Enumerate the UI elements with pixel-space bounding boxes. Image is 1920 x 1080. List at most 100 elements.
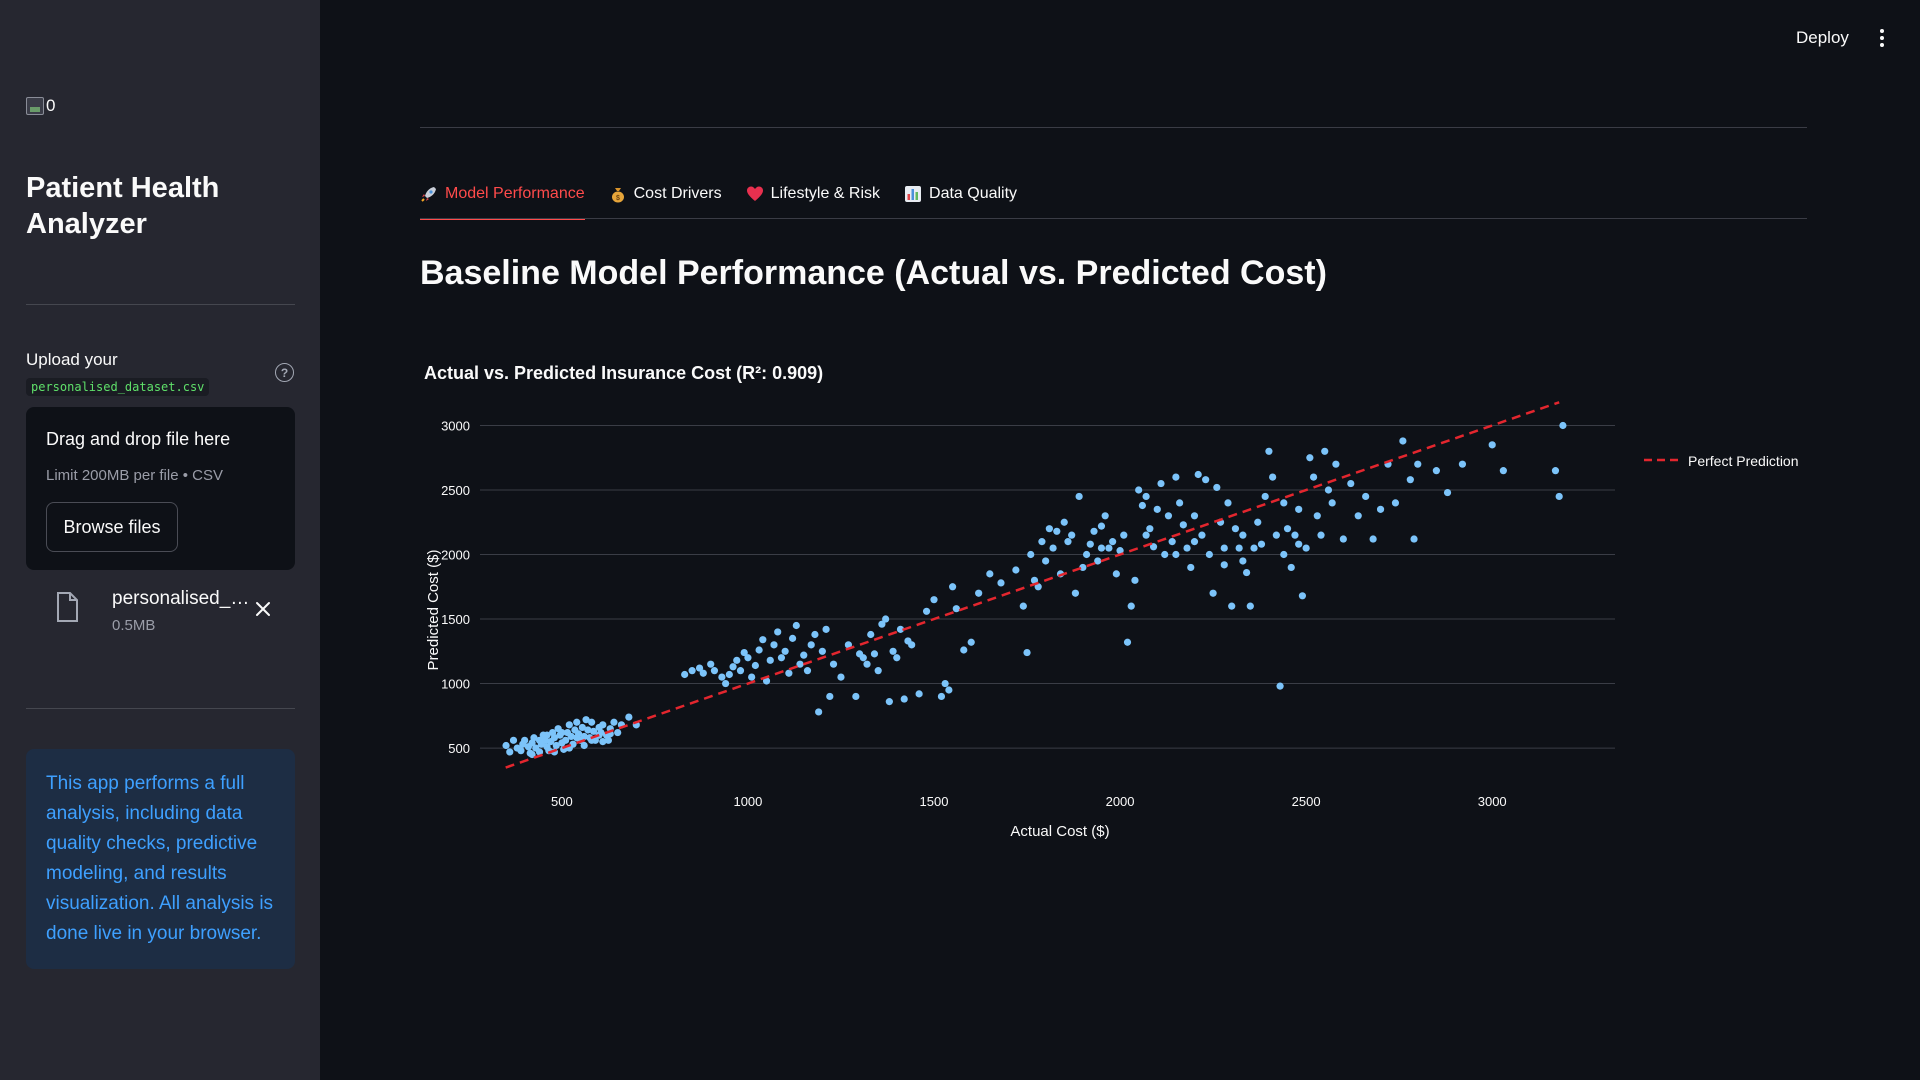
main-divider — [420, 127, 1807, 128]
scatter-point — [1183, 544, 1191, 552]
scatter-point — [1235, 544, 1243, 552]
scatter-point — [1376, 505, 1385, 513]
scatter-point — [1339, 535, 1347, 543]
tab-lifestyle-risk[interactable]: Lifestyle & Risk — [746, 180, 880, 208]
scatter-point — [1306, 454, 1314, 462]
scatter-point — [1458, 460, 1467, 468]
question-circle-icon[interactable]: ? — [275, 363, 294, 382]
heart-icon — [746, 186, 763, 201]
scatter-point — [882, 615, 890, 623]
tab-lifestyle-risk-label: Lifestyle & Risk — [770, 185, 881, 202]
scatter-point — [1049, 544, 1057, 552]
scatter-point — [1097, 522, 1106, 530]
scatter-point — [558, 728, 566, 737]
scatter-point — [889, 647, 897, 655]
scatter-point — [1391, 499, 1400, 507]
scatter-point — [1205, 550, 1213, 559]
tab-data-quality-label: Data Quality — [929, 185, 1018, 202]
logo-alt-text: 0 — [46, 96, 56, 115]
scatter-point — [852, 692, 860, 701]
tab-cost-drivers[interactable]: $ Cost Drivers — [609, 180, 722, 208]
scatter-point — [867, 630, 875, 639]
scatter-point — [759, 636, 767, 644]
bar-chart-icon — [905, 186, 922, 202]
scatter-point — [1142, 492, 1150, 501]
scatter-point — [1239, 531, 1247, 539]
y-tick-label: 2000 — [441, 548, 470, 563]
scatter-point — [975, 589, 983, 597]
scatter-point — [930, 596, 938, 604]
scatter-point — [1101, 512, 1109, 520]
scatter-point — [1317, 531, 1325, 539]
scatter-point — [1276, 682, 1284, 690]
y-tick-label: 2500 — [441, 483, 470, 498]
scatter-point — [722, 679, 730, 688]
deploy-button[interactable]: Deploy — [1796, 28, 1849, 48]
file-icon — [57, 592, 78, 622]
scatter-point — [893, 654, 901, 662]
scatter-point — [599, 721, 607, 729]
scatter-point — [1075, 492, 1083, 501]
scatter-point — [1332, 460, 1340, 468]
scatter-point — [1019, 602, 1027, 610]
file-dropzone[interactable]: Drag and drop file here Limit 200MB per … — [26, 407, 295, 570]
x-tick-label: 1500 — [920, 794, 949, 809]
scatter-point — [1224, 499, 1232, 507]
scatter-point — [1209, 589, 1217, 597]
scatter-point — [580, 741, 588, 750]
y-tick-label: 3000 — [441, 418, 470, 433]
scatter-point — [1328, 499, 1336, 507]
scatter-point — [1432, 467, 1440, 475]
tab-data-quality[interactable]: Data Quality — [904, 180, 1017, 208]
scatter-point — [573, 718, 581, 726]
scatter-point — [967, 638, 975, 646]
perfect-prediction-line — [505, 401, 1560, 769]
scatter-point — [800, 651, 808, 659]
x-tick-label: 3000 — [1478, 794, 1507, 809]
tab-model-performance[interactable]: Model Performance — [420, 180, 585, 220]
scatter-point — [863, 660, 871, 668]
y-tick-label: 1000 — [441, 677, 470, 692]
page-title: Baseline Model Performance (Actual vs. P… — [420, 254, 1327, 292]
scatter-point — [1090, 527, 1098, 535]
scatter-point — [1443, 488, 1452, 497]
scatter-point — [707, 660, 715, 668]
scatter-point — [1213, 483, 1221, 492]
scatter-point — [1105, 544, 1113, 552]
scatter-point — [1254, 518, 1262, 526]
tab-model-performance-label: Model Performance — [445, 185, 585, 202]
kebab-menu-icon[interactable] — [1872, 28, 1892, 48]
scatter-point — [874, 667, 882, 675]
scatter-chart[interactable]: Actual vs. Predicted Insurance Cost (R²:… — [420, 350, 1810, 850]
scatter-point — [1309, 473, 1318, 481]
scatter-point — [1295, 540, 1303, 548]
scatter-point — [1164, 512, 1173, 520]
scatter-point — [1280, 499, 1288, 507]
sidebar-divider-top — [26, 304, 295, 305]
scatter-point — [1551, 467, 1560, 475]
scatter-point — [1369, 535, 1377, 543]
scatter-point — [859, 654, 867, 662]
tab-bar: Model Performance $ Cost Drivers Lifesty… — [420, 180, 1017, 220]
scatter-point — [1179, 521, 1187, 529]
scatter-point — [502, 741, 510, 750]
scatter-point — [788, 634, 797, 642]
scatter-point — [1153, 505, 1161, 513]
chart-legend: Perfect Prediction — [1644, 453, 1799, 469]
scatter-point — [792, 621, 800, 630]
scatter-point — [1283, 525, 1292, 533]
scatter-point — [915, 690, 923, 698]
scatter-point — [803, 667, 812, 675]
scatter-point — [535, 736, 544, 744]
scatter-point — [614, 728, 622, 737]
close-icon[interactable] — [252, 598, 274, 620]
upload-filename-code: personalised_dataset.csv — [26, 378, 210, 396]
scatter-point — [1198, 531, 1206, 539]
svg-text:$: $ — [616, 195, 620, 202]
scatter-point — [1168, 538, 1176, 546]
scatter-point — [826, 692, 834, 701]
scatter-point — [1042, 557, 1050, 565]
scatter-point — [573, 734, 581, 742]
browse-files-button[interactable]: Browse files — [46, 502, 178, 552]
logo-image: 0 — [26, 96, 55, 116]
